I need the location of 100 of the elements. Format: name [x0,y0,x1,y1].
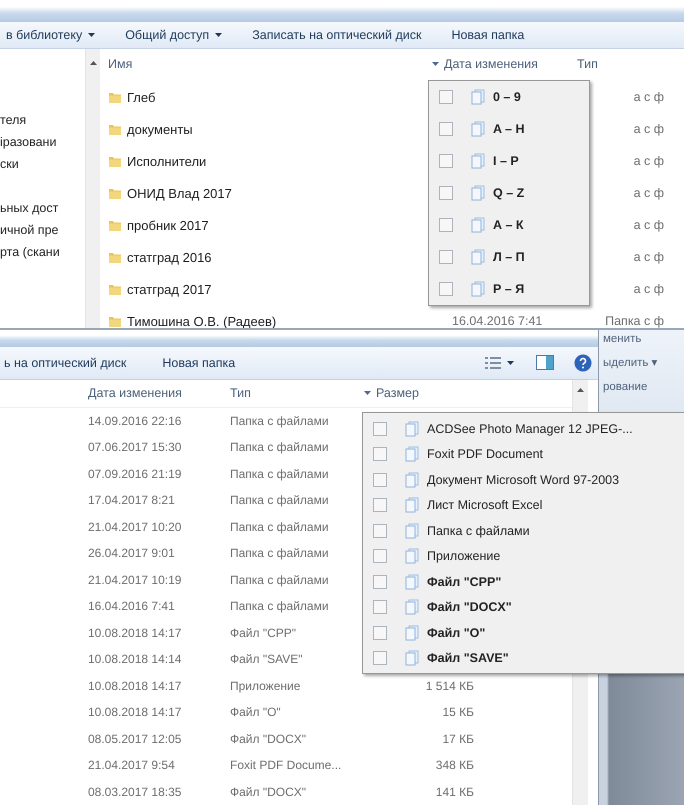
checkbox[interactable] [439,218,453,232]
type-cell: Папка с файлами [230,599,329,614]
nav-item[interactable]: іразовани [0,131,85,153]
ribbon-label[interactable]: ыделить ▾ [603,354,684,372]
type-cell: Папка с файлами [230,440,329,454]
view-options-icon[interactable] [485,356,501,369]
filter-arrow-icon[interactable] [432,62,439,66]
size-cell: 15 КБ [442,705,474,720]
filter-option[interactable]: Л – П [493,250,525,264]
filter-option[interactable]: А – К [493,218,524,232]
preview-pane-icon[interactable] [536,355,554,370]
filter-option[interactable]: Папка с файлами [427,524,530,538]
filter-option[interactable]: Приложение [427,549,500,564]
filter-option[interactable]: A – H [493,122,524,136]
file-name[interactable]: статград 2016 [127,250,212,264]
checkbox[interactable] [439,282,453,296]
file-name[interactable]: Тимошина О.В. (Радеев) [127,314,276,328]
checkbox[interactable] [373,651,387,666]
type-cell: Папка с файлами [230,520,329,534]
checkbox[interactable] [373,447,387,462]
filter-option[interactable]: Q – Z [493,186,524,200]
file-name[interactable]: Глеб [127,90,156,104]
folder-icon [108,154,122,168]
type-cell: а с ф [634,250,664,264]
help-icon[interactable] [574,354,592,372]
folder-icon [108,90,122,104]
nav-item[interactable]: ьных дост [0,197,85,219]
document-stack-icon [471,121,485,137]
size-cell: 141 КБ [436,784,474,799]
document-stack-icon [405,650,419,666]
toolbar-button[interactable]: ь на оптический диск [0,354,130,372]
date-cell: 21.04.2017 10:19 [88,572,182,587]
document-stack-icon [405,497,419,514]
date-cell: 16.04.2016 7:41 [88,599,175,614]
toolbar-button[interactable]: Новая папка [447,26,528,44]
checkbox[interactable] [373,600,387,614]
folder-icon [108,186,122,200]
date-cell: 08.03.2017 18:35 [88,784,182,799]
filter-option[interactable]: ACDSee Photo Manager 12 JPEG-... [427,422,633,436]
folder-icon [108,314,122,328]
type-cell: а с ф [634,218,664,232]
file-name[interactable]: ОНИД Влад 2017 [127,186,232,200]
filter-option[interactable]: Foxit PDF Document [427,447,544,462]
filter-arrow-icon[interactable] [364,391,371,395]
column-header[interactable]: Размер [376,386,419,400]
checkbox[interactable] [373,422,387,436]
column-header[interactable]: Дата изменения [444,57,538,71]
toolbar-button[interactable]: в библиотеку [2,26,100,44]
file-name[interactable]: документы [127,122,193,136]
toolbar-button[interactable]: Записать на оптический диск [248,26,426,44]
toolbar-button[interactable]: Общий доступ [121,26,226,44]
filter-option[interactable]: Лист Microsoft Excel [427,498,542,512]
filter-option[interactable]: Файл "SAVE" [427,651,509,666]
checkbox[interactable] [373,549,387,564]
checkbox[interactable] [439,154,453,168]
type-cell: Файл "O" [230,705,281,720]
checkbox[interactable] [373,524,387,538]
caret-icon[interactable] [507,360,514,365]
date-cell: 10.08.2018 14:17 [88,678,182,693]
checkbox[interactable] [373,472,387,487]
folder-icon [108,250,122,264]
scroll-up-icon[interactable] [90,61,96,65]
column-header[interactable]: Тип [230,386,251,400]
file-name[interactable]: статград 2017 [127,282,212,296]
document-stack-icon [471,281,485,297]
file-name[interactable]: Исполнители [127,154,206,168]
filter-option[interactable]: Файл "DOCX" [427,600,512,614]
date-cell: 07.06.2017 15:30 [88,440,182,454]
scroll-up-icon[interactable] [577,388,584,392]
column-header[interactable]: Тип [577,57,598,71]
column-header[interactable]: Дата изменения [88,386,182,400]
document-stack-icon [471,249,485,265]
nav-item[interactable]: ски [0,153,85,175]
checkbox[interactable] [439,186,453,200]
filter-option[interactable]: Файл "O" [427,626,486,640]
ribbon-label[interactable]: рование [603,378,684,396]
date-cell: 17.04.2017 8:21 [88,493,175,508]
document-stack-icon [471,153,485,169]
toolbar-button[interactable]: Новая папка [158,354,240,372]
filter-option[interactable]: Файл "CPP" [427,574,502,589]
checkbox[interactable] [439,90,453,104]
filter-option[interactable]: I – P [493,154,519,168]
scrollbar[interactable] [85,49,100,328]
filter-option[interactable]: 0 – 9 [493,90,521,104]
nav-item[interactable]: ичной пре [0,219,85,241]
file-name[interactable]: пробник 2017 [127,218,209,232]
checkbox[interactable] [373,574,387,589]
filter-option[interactable]: Документ Microsoft Word 97-2003 [427,472,620,487]
checkbox[interactable] [373,498,387,512]
date-cell: 10.08.2018 14:14 [88,652,182,666]
column-header[interactable]: Имя [108,57,132,71]
document-stack-icon [471,217,485,233]
checkbox[interactable] [439,250,453,264]
ribbon-label[interactable]: менить [603,330,684,348]
type-cell: Папка с файлами [230,493,329,508]
nav-item[interactable]: рта (скани [0,241,85,263]
nav-item[interactable]: теля [0,109,85,131]
checkbox[interactable] [439,122,453,136]
checkbox[interactable] [373,626,387,640]
filter-option[interactable]: Р – Я [493,282,524,296]
